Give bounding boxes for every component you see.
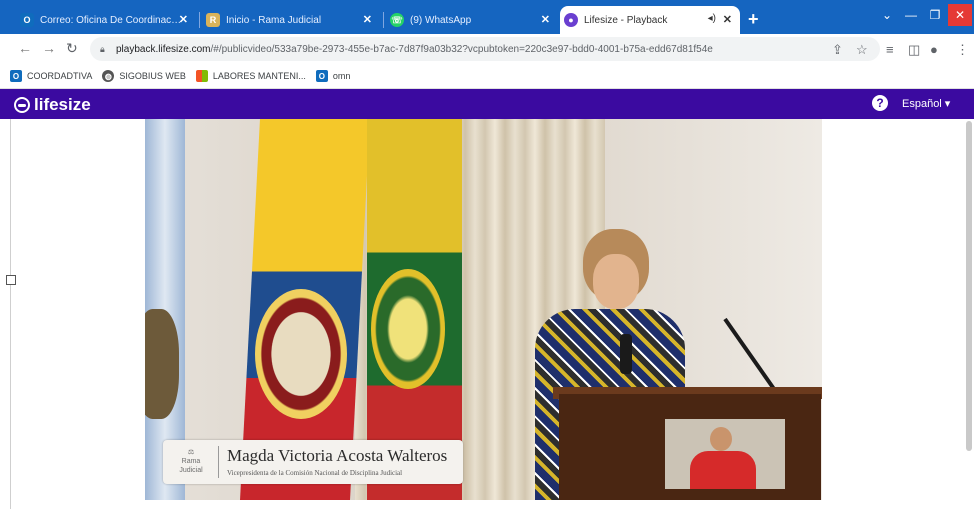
- new-tab-button[interactable]: +: [748, 9, 759, 30]
- speaker-nameplate: ⚖ Rama Judicial Magda Victoria Acosta Wal…: [163, 440, 463, 484]
- side-panel-icon[interactable]: ◫: [908, 42, 920, 58]
- bookmark-labores[interactable]: LABORES MANTENI...: [195, 70, 306, 82]
- bookmarks-bar: O COORDADTIVA ◍ SIGOBIUS WEB LABORES MAN…: [0, 64, 974, 89]
- rama-judicial-icon: R: [206, 13, 220, 27]
- forward-icon[interactable]: →: [42, 40, 56, 56]
- speaker-face: [593, 254, 639, 309]
- close-window-icon[interactable]: ✕: [948, 4, 972, 26]
- outlook-icon: O: [315, 70, 328, 82]
- sign-language-interpreter-window: [665, 419, 785, 489]
- url-host: playback.lifesize.com: [116, 43, 211, 55]
- tab-title: Inicio - Rama Judicial: [226, 14, 322, 26]
- bookmark-coordadtiva[interactable]: O COORDADTIVA: [10, 70, 92, 82]
- resize-handle[interactable]: [6, 275, 16, 285]
- tab-whatsapp[interactable]: ☏ (9) WhatsApp ✕: [386, 6, 558, 34]
- tab-lifesize-playback[interactable]: ● Lifesize - Playback ◂) ✕: [560, 6, 740, 34]
- tab-title: Lifesize - Playback: [584, 14, 668, 26]
- tab-title: (9) WhatsApp: [410, 14, 472, 26]
- outlook-icon: O: [10, 70, 22, 82]
- share-icon[interactable]: ⇪: [832, 42, 843, 58]
- playback-area: ⚖ Rama Judicial Magda Victoria Acosta Wal…: [0, 119, 974, 509]
- emblem-text: Rama Judicial: [179, 458, 203, 474]
- bookmark-omn[interactable]: O omn: [315, 70, 351, 82]
- globe-icon: ◍: [102, 70, 115, 82]
- scrollbar[interactable]: [966, 121, 972, 451]
- interpreter-body: [690, 451, 756, 489]
- tab-separator: [199, 12, 200, 28]
- bookmark-label: omn: [332, 71, 351, 81]
- menu-icon[interactable]: ⋮: [956, 42, 969, 58]
- minimize-icon[interactable]: —: [900, 4, 922, 26]
- microphone-icon: [620, 334, 632, 374]
- tab-title: Correo: Oficina De Coordinacion: [40, 14, 182, 26]
- divider: [10, 119, 11, 509]
- url-path: /#/publicvideo/533a79be-2973-455e-b7ac-7…: [210, 43, 713, 55]
- nameplate-divider: [218, 446, 219, 478]
- lifesize-logo[interactable]: lifesize: [14, 95, 91, 115]
- lifesize-logo-icon: [14, 97, 30, 113]
- audio-playing-icon[interactable]: ◂): [708, 13, 716, 24]
- bookmark-sigobius[interactable]: ◍ SIGOBIUS WEB: [102, 70, 186, 82]
- bookmark-label: LABORES MANTENI...: [212, 71, 306, 81]
- lifesize-icon: ●: [564, 13, 578, 27]
- bookmark-label: SIGOBIUS WEB: [119, 71, 186, 81]
- reading-list-icon[interactable]: ≡: [886, 42, 894, 57]
- profile-icon[interactable]: ●: [930, 42, 938, 57]
- flag-left-crest: [145, 309, 179, 419]
- bookmark-label: COORDADTIVA: [27, 71, 93, 81]
- close-icon[interactable]: ✕: [363, 13, 372, 26]
- speaker-role: Vicepresidenta de la Comisión Nacional d…: [227, 469, 403, 477]
- browser-tab-strip: O Correo: Oficina De Coordinacion ✕ R In…: [0, 0, 974, 34]
- brand-name: lifesize: [34, 95, 91, 114]
- tab-rama-judicial[interactable]: R Inicio - Rama Judicial ✕: [202, 6, 380, 34]
- tab-separator: [383, 12, 384, 28]
- flag-colombia-crest: [255, 289, 347, 419]
- interpreter-head: [710, 427, 732, 451]
- microsoft-icon: [195, 70, 208, 82]
- flag-cesar-crest: [371, 269, 445, 389]
- help-icon[interactable]: ?: [872, 95, 888, 111]
- lock-icon: 🔒︎: [100, 44, 105, 54]
- rama-judicial-emblem-icon: ⚖ Rama Judicial: [179, 449, 203, 474]
- tab-correo[interactable]: O Correo: Oficina De Coordinacion ✕: [16, 6, 196, 34]
- whatsapp-icon: ☏: [390, 13, 404, 27]
- tab-search-icon[interactable]: ⌄: [878, 4, 896, 26]
- browser-toolbar: ← → ↻ 🔒︎ playback.lifesize.com /#/public…: [0, 34, 974, 64]
- close-icon[interactable]: ✕: [541, 13, 550, 26]
- speaker-name: Magda Victoria Acosta Walteros: [227, 446, 448, 465]
- bookmark-star-icon[interactable]: ☆: [856, 42, 868, 58]
- close-icon[interactable]: ✕: [723, 13, 732, 26]
- address-bar[interactable]: 🔒︎ playback.lifesize.com /#/publicvideo/…: [90, 37, 880, 61]
- reload-icon[interactable]: ↻: [66, 40, 78, 57]
- language-selector[interactable]: Español ▾: [902, 97, 950, 110]
- lifesize-header: lifesize ? Español ▾: [0, 89, 974, 119]
- close-icon[interactable]: ✕: [179, 13, 188, 26]
- video-player[interactable]: ⚖ Rama Judicial Magda Victoria Acosta Wal…: [145, 119, 822, 500]
- back-icon[interactable]: ←: [18, 40, 32, 56]
- restore-icon[interactable]: ❐: [924, 4, 946, 26]
- outlook-icon: O: [20, 13, 34, 27]
